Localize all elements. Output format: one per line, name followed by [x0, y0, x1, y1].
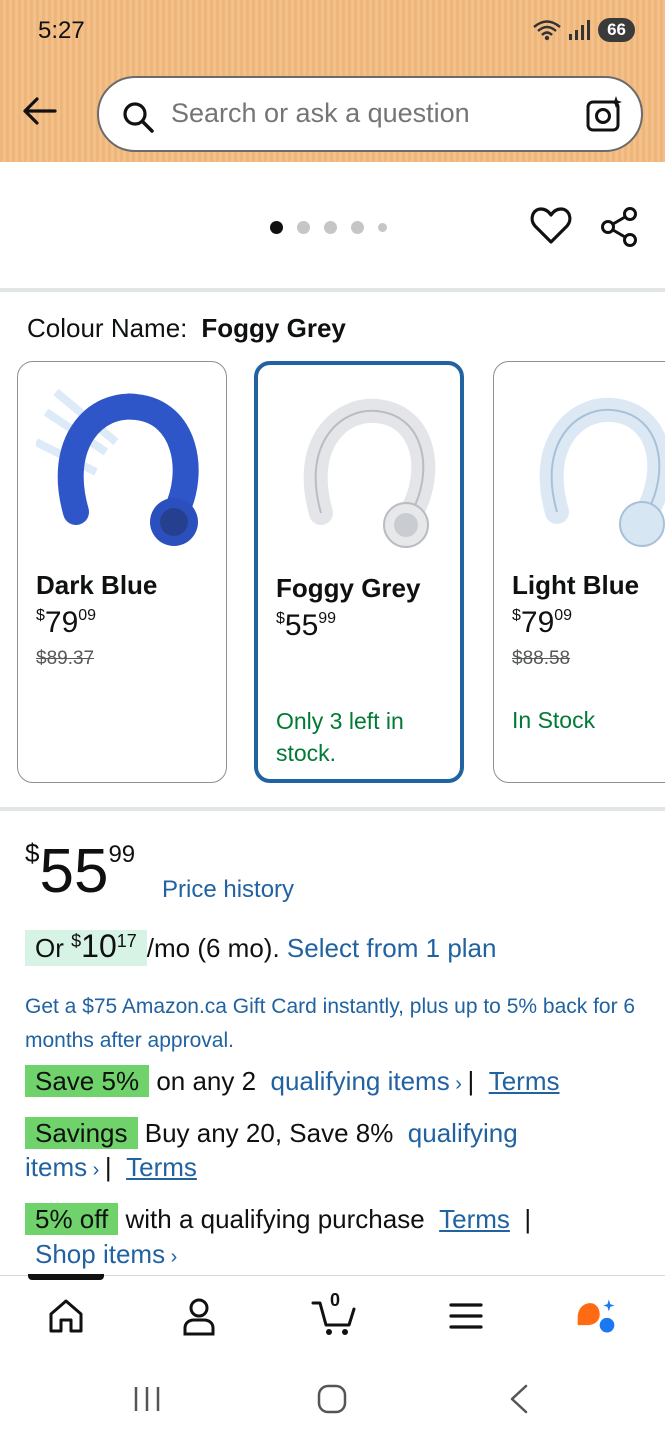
variant-price: $7909	[36, 606, 97, 639]
active-tab-indicator	[28, 1274, 104, 1280]
promo-5-off: 5% off with a qualifying purchase Terms …	[25, 1202, 531, 1236]
recent-apps-icon[interactable]	[132, 1385, 162, 1413]
image-carousel-dots[interactable]	[270, 221, 387, 234]
monthly-payment-row: Or $1017/mo (6 mo). Select from 1 plan	[25, 928, 497, 966]
system-navigation-bar	[0, 1355, 665, 1440]
variant-old-price: $89.37	[36, 648, 95, 669]
search-bar[interactable]	[97, 76, 643, 152]
promo-savings: Savings Buy any 20, Save 8% qualifying	[25, 1116, 518, 1150]
section-divider	[0, 807, 665, 811]
section-divider	[0, 288, 665, 292]
menu-icon	[449, 1303, 483, 1329]
nav-account[interactable]	[177, 1294, 221, 1338]
select-plan-link[interactable]: Select from 1 plan	[287, 933, 497, 963]
carousel-dot[interactable]	[378, 223, 387, 232]
variant-name: Foggy Grey	[276, 573, 421, 603]
gift-card-offer-link[interactable]: Get a $75 Amazon.ca Gift Card instantly,…	[25, 990, 650, 1058]
status-bar: 5:27 66	[0, 0, 665, 62]
terms-link[interactable]: Terms	[126, 1152, 197, 1182]
wifi-icon	[533, 20, 561, 41]
chevron-right-icon: ›	[449, 1073, 468, 1095]
product-price: $5599	[25, 837, 136, 906]
carousel-dot[interactable]	[270, 221, 283, 234]
home-icon	[49, 1299, 83, 1333]
arrow-left-icon	[23, 97, 57, 125]
qualifying-items-link[interactable]: qualifying	[408, 1118, 518, 1148]
variant-stock-status: Only 3 left in stock.	[276, 708, 404, 766]
variant-name: Light Blue	[512, 570, 640, 600]
bottom-navigation: 0	[0, 1274, 665, 1355]
share-icon[interactable]	[600, 206, 640, 248]
nav-cart[interactable]: 0	[310, 1290, 358, 1338]
price-history-link[interactable]: Price history	[162, 876, 294, 904]
variant-card-dark-blue[interactable]: Dark Blue $7909 $89.37	[17, 361, 227, 783]
qualifying-items-link[interactable]: qualifying items	[271, 1066, 450, 1096]
status-time: 5:27	[38, 17, 85, 44]
colour-label: Colour Name:	[27, 313, 188, 343]
chevron-right-icon: ›	[165, 1246, 178, 1268]
promo-text: on any 2	[156, 1066, 257, 1096]
selected-colour: Foggy Grey	[201, 313, 346, 343]
search-input[interactable]	[171, 98, 571, 129]
camera-search-icon[interactable]	[585, 94, 625, 134]
status-icons: 66	[532, 18, 635, 42]
carousel-dot[interactable]	[297, 221, 310, 234]
search-icon	[123, 102, 154, 133]
carousel-dot[interactable]	[324, 221, 337, 234]
monthly-payment-badge: Or $1017	[25, 928, 147, 966]
variant-old-price: $88.58	[512, 648, 571, 669]
nav-rufus-assistant[interactable]	[574, 1294, 618, 1338]
variant-name: Dark Blue	[36, 570, 158, 600]
header: 5:27 66	[0, 0, 665, 162]
chevron-right-icon: ›	[87, 1159, 105, 1181]
product-image	[36, 388, 199, 546]
nav-home[interactable]	[44, 1294, 88, 1338]
variant-card-light-blue[interactable]: Light Blue $7909 $88.58 In Stock	[493, 361, 665, 783]
monthly-suffix: /mo (6 mo).	[146, 933, 280, 963]
promo-save-5: Save 5% on any 2 qualifying items › | Te…	[25, 1064, 559, 1101]
variant-price: $5599	[276, 609, 337, 642]
variant-card-foggy-grey[interactable]: Foggy Grey $5599 Only 3 left in stock.	[254, 361, 464, 783]
terms-link[interactable]: Terms	[489, 1066, 560, 1096]
promo-tag: Save 5%	[25, 1065, 150, 1097]
colour-name-row: Colour Name: Foggy Grey	[27, 313, 346, 344]
promo-text: Buy any 20, Save 8%	[144, 1118, 394, 1148]
promo-tag: 5% off	[25, 1203, 119, 1235]
back-system-icon[interactable]	[506, 1383, 532, 1415]
carousel-dot[interactable]	[351, 221, 364, 234]
assistant-icon	[577, 1299, 615, 1333]
promo-savings-line2: items › | Terms	[25, 1152, 197, 1182]
heart-icon[interactable]	[530, 206, 572, 246]
promo-text: with a qualifying purchase	[125, 1204, 425, 1234]
shop-items-link[interactable]: Shop items	[35, 1239, 165, 1269]
product-image	[539, 397, 665, 547]
qualifying-items-link[interactable]: items	[25, 1152, 87, 1182]
cart-count: 0	[330, 1290, 341, 1310]
promo-tag: Savings	[25, 1117, 138, 1149]
battery-indicator: 66	[598, 18, 635, 42]
home-system-icon[interactable]	[316, 1383, 348, 1415]
variant-stock-status: In Stock	[512, 707, 596, 733]
nav-menu[interactable]	[444, 1294, 488, 1338]
back-button[interactable]	[18, 90, 60, 132]
user-icon	[183, 1298, 215, 1336]
terms-link[interactable]: Terms	[439, 1204, 510, 1234]
promo-5-off-line2: Shop items ›	[35, 1237, 177, 1274]
variant-price: $7909	[512, 606, 573, 639]
signal-icon	[569, 20, 591, 40]
product-image	[303, 398, 436, 548]
